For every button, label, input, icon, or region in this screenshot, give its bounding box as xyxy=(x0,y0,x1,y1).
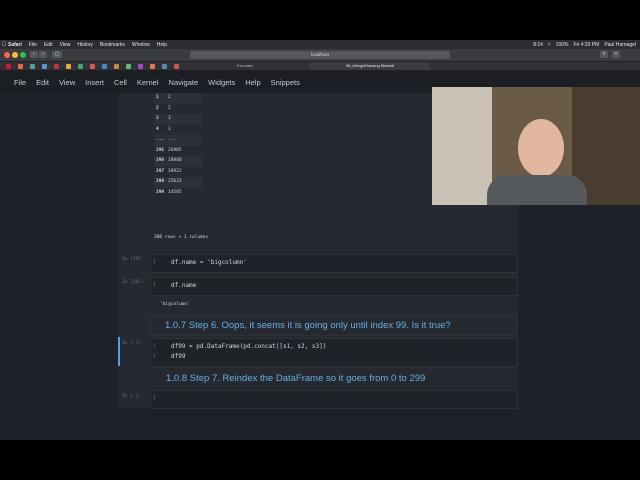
line-number: 1 xyxy=(153,344,156,349)
tab-favorites[interactable]: Favorites xyxy=(180,62,310,70)
code-cell[interactable]: In [20]: 1 df.name 'bigcolumn' xyxy=(118,276,518,314)
code-line: df.name = 'bigcolumn' xyxy=(171,259,247,266)
jmenu-file[interactable]: File xyxy=(14,78,26,87)
favorite-icon[interactable] xyxy=(162,63,167,69)
code-input[interactable]: 1 df99 = pd.DataFrame(pd.concat([s1, s2,… xyxy=(150,338,518,367)
favorite-icon[interactable] xyxy=(78,63,83,69)
table-row: 299 14585 xyxy=(156,189,182,195)
close-window-icon[interactable] xyxy=(4,52,10,58)
jmenu-widgets[interactable]: Widgets xyxy=(208,78,235,87)
table-row: 297 18922 xyxy=(156,168,182,174)
favorite-icon[interactable] xyxy=(90,63,95,69)
code-cell-selected[interactable]: In [ ]: 1 df99 = pd.DataFrame(pd.concat(… xyxy=(118,337,518,367)
jmenu-cell[interactable]: Cell xyxy=(114,78,127,87)
address-bar[interactable]: localhost xyxy=(190,51,450,59)
menu-bar:  Safari File Edit View History Bookmark… xyxy=(0,40,640,49)
forward-button[interactable]: › xyxy=(39,51,47,58)
zoom-window-icon[interactable] xyxy=(20,52,26,58)
wifi-icon[interactable]: ≈ xyxy=(548,42,551,48)
cell-prompt: In [19]: xyxy=(122,257,144,262)
favorite-icon[interactable] xyxy=(138,63,143,69)
favorite-icon[interactable] xyxy=(102,63,107,69)
selection-bar xyxy=(118,337,120,366)
tab-housing-market[interactable]: 08_Merge/Housing Market/ xyxy=(310,62,430,70)
cell-prompt: In [ ]: xyxy=(122,341,141,346)
favorite-icon[interactable] xyxy=(42,63,47,69)
markdown-box[interactable]: 1.0.7 Step 6. Oops, it seems it is going… xyxy=(150,316,518,336)
table-row: 43 xyxy=(156,126,171,132)
step6-heading: 1.0.7 Step 6. Oops, it seems it is going… xyxy=(165,320,451,331)
favorite-icon[interactable] xyxy=(6,63,11,69)
safari-toolbar: ‹ › ▢ localhost ⇧ + xyxy=(0,49,640,62)
menu-bookmarks[interactable]: Bookmarks xyxy=(100,42,125,48)
cell-prompt: In [ ]: xyxy=(122,394,141,399)
favorite-icon[interactable] xyxy=(66,63,71,69)
jmenu-view[interactable]: View xyxy=(59,78,75,87)
line-number: 2 xyxy=(153,354,156,359)
markdown-cell[interactable]: 1.0.7 Step 6. Oops, it seems it is going… xyxy=(118,315,518,336)
screen:  Safari File Edit View History Bookmark… xyxy=(0,40,640,440)
menu-help[interactable]: Help xyxy=(157,42,167,48)
favorite-icon[interactable] xyxy=(114,63,119,69)
menu-view[interactable]: View xyxy=(60,42,71,48)
code-line: df99 = pd.DataFrame(pd.concat([s1, s2, s… xyxy=(171,343,327,350)
dataframe-table: 12 22 33 43 ...... 295 26905 296 18948 297… xyxy=(154,93,202,198)
menu-safari[interactable]: Safari xyxy=(8,42,22,48)
favorite-icon[interactable] xyxy=(150,63,155,69)
status-time-small: 8:14 xyxy=(533,41,543,48)
status-area: 8:14 ≈ 100% Fri 4:33 PM Paul Harnagel xyxy=(533,40,636,49)
webcam-background xyxy=(432,87,492,205)
step7-heading: 1.0.8 Step 7. Reindex the DataFrame so i… xyxy=(166,373,426,384)
table-row: 12 xyxy=(154,93,202,104)
battery-text: 100% xyxy=(555,41,569,48)
favorite-icon[interactable] xyxy=(174,63,179,69)
person-shirt xyxy=(487,175,587,205)
jmenu-insert[interactable]: Insert xyxy=(85,78,104,87)
clock-text[interactable]: Fri 4:33 PM xyxy=(573,42,599,48)
code-input[interactable]: 1 xyxy=(150,390,518,409)
menu-history[interactable]: History xyxy=(77,42,93,48)
code-cell[interactable]: In [ ]: 1 xyxy=(118,390,518,409)
line-number: 1 xyxy=(153,396,156,401)
jmenu-kernel[interactable]: Kernel xyxy=(137,78,159,87)
favorite-icon[interactable] xyxy=(126,63,131,69)
line-number: 1 xyxy=(153,283,156,288)
new-tab-button[interactable]: + xyxy=(612,51,620,58)
code-input[interactable]: 1 df.name xyxy=(150,277,518,296)
table-row: 296 18948 xyxy=(154,156,202,167)
sidebar-button[interactable]: ▢ xyxy=(52,51,62,58)
favorite-icon[interactable] xyxy=(54,63,59,69)
table-row: 298 25632 xyxy=(154,177,202,188)
jmenu-edit[interactable]: Edit xyxy=(36,78,49,87)
cell-output: 'bigcolumn' xyxy=(160,302,190,307)
code-line: df.name xyxy=(171,282,197,289)
jmenu-navigate[interactable]: Navigate xyxy=(169,78,199,87)
table-row: 295 26905 xyxy=(156,147,182,153)
jmenu-help[interactable]: Help xyxy=(245,78,260,87)
code-cell[interactable]: In [19]: 1 df.name = 'bigcolumn' xyxy=(118,253,518,273)
apple-icon[interactable]:  xyxy=(0,42,8,48)
markdown-cell[interactable]: 1.0.8 Step 7. Reindex the DataFrame so i… xyxy=(118,369,518,389)
cell-prompt: In [20]: xyxy=(122,280,144,285)
webcam-overlay xyxy=(432,87,640,205)
menu-edit[interactable]: Edit xyxy=(44,42,53,48)
minimize-window-icon[interactable] xyxy=(12,52,18,58)
share-button[interactable]: ⇧ xyxy=(600,51,608,58)
favorite-icon[interactable] xyxy=(30,63,35,69)
back-button[interactable]: ‹ xyxy=(30,51,38,58)
person-head xyxy=(518,119,564,177)
table-row: 33 xyxy=(154,114,202,125)
menu-window[interactable]: Window xyxy=(132,42,150,48)
user-name[interactable]: Paul Harnagel xyxy=(604,42,636,48)
table-row: ...... xyxy=(154,135,202,146)
table-row: 22 xyxy=(156,105,171,111)
favorite-icon[interactable] xyxy=(18,63,23,69)
line-number: 1 xyxy=(153,260,156,265)
code-line: df99 xyxy=(171,353,186,360)
code-input[interactable]: 1 df.name = 'bigcolumn' xyxy=(150,254,518,273)
jmenu-snippets[interactable]: Snippets xyxy=(271,78,300,87)
menu-file[interactable]: File xyxy=(29,42,37,48)
dataframe-shape: 300 rows × 1 columns xyxy=(154,235,209,240)
